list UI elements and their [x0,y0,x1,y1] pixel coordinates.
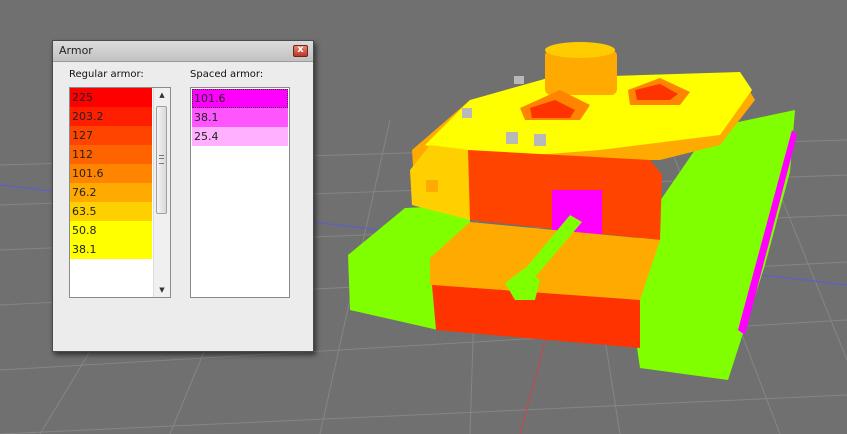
close-button[interactable]: x [293,44,308,57]
regular-armor-item[interactable]: 127 [70,126,152,145]
regular-armor-item[interactable]: 225 [70,88,152,107]
regular-armor-item[interactable]: 203.2 [70,107,152,126]
scroll-up-icon[interactable]: ▲ [154,88,170,102]
roof-bolt [462,108,472,118]
regular-armor-scrollbar[interactable]: ▲ ▼ [153,88,170,297]
vision-port [426,180,438,192]
regular-armor-list[interactable]: 225 203.2 127 112 101.6 76.2 63.5 50.8 38.1 ▲ ▼ [69,87,171,298]
spaced-armor-item[interactable]: 101.6 [192,89,288,108]
regular-armor-rows: 225 203.2 127 112 101.6 76.2 63.5 50.8 38.1 [70,88,152,259]
roof-bolt [506,132,518,144]
grip-icon [159,155,164,164]
scroll-thumb[interactable] [156,106,167,214]
cupola-hatch [545,42,615,58]
regular-armor-item[interactable]: 112 [70,145,152,164]
roof-bolt [534,134,546,146]
spaced-armor-item[interactable]: 25.4 [192,127,288,146]
regular-armor-item[interactable]: 50.8 [70,221,152,240]
spaced-armor-label: Spaced armor: [190,69,264,80]
scroll-down-icon[interactable]: ▼ [154,283,170,297]
spaced-armor-item[interactable]: 38.1 [192,108,288,127]
regular-armor-item[interactable]: 76.2 [70,183,152,202]
spaced-armor-rows: 101.6 38.1 25.4 [192,89,288,146]
title-bar[interactable]: Armor x [53,41,313,62]
regular-armor-item[interactable]: 38.1 [70,240,152,259]
spaced-armor-list[interactable]: 101.6 38.1 25.4 [190,87,290,298]
regular-armor-item[interactable]: 101.6 [70,164,152,183]
armor-window[interactable]: Armor x Regular armor: Spaced armor: 225… [52,40,314,352]
regular-armor-item[interactable]: 63.5 [70,202,152,221]
window-title: Armor [59,44,93,57]
regular-armor-label: Regular armor: [69,69,144,80]
roof-bolt [514,76,524,84]
close-icon: x [297,44,304,55]
